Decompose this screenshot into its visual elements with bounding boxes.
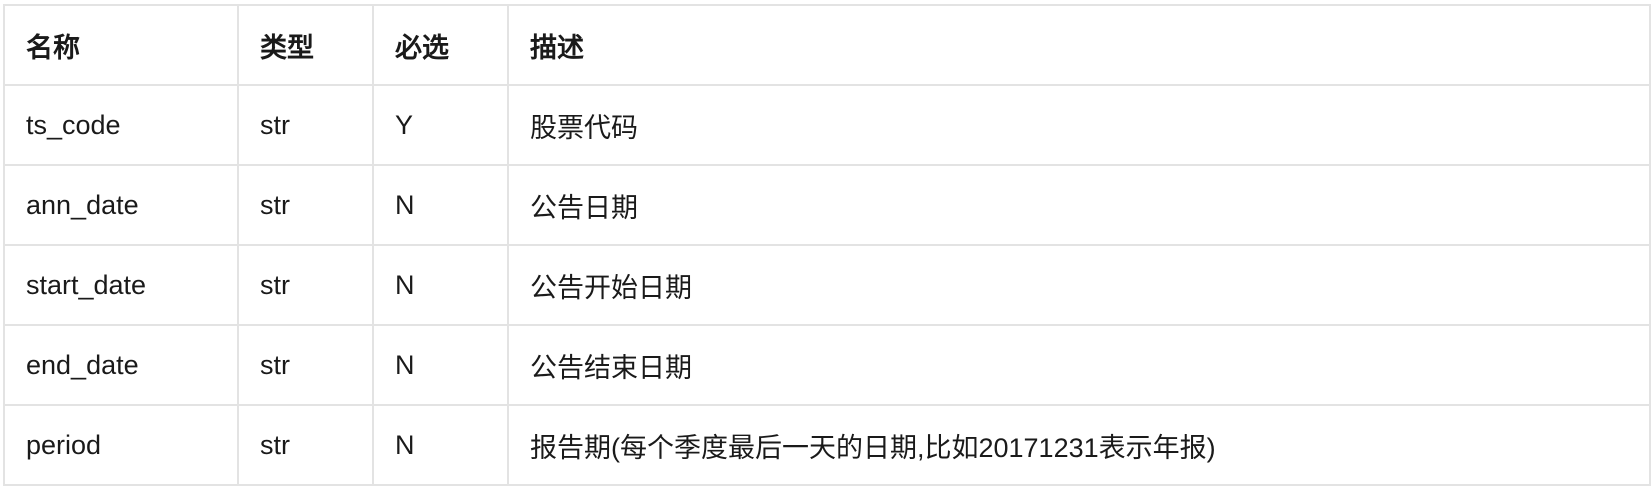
parameter-table: 名称 类型 必选 描述 ts_code str Y 股票代码 ann_date … <box>3 4 1651 486</box>
cell-type: str <box>237 324 374 406</box>
header-name: 名称 <box>3 4 239 86</box>
cell-required: N <box>372 244 509 326</box>
header-description: 描述 <box>507 4 1651 86</box>
cell-type: str <box>237 84 374 166</box>
cell-description: 股票代码 <box>507 84 1651 166</box>
cell-required: N <box>372 324 509 406</box>
table-row: end_date str N 公告结束日期 <box>3 324 1651 406</box>
cell-name: ts_code <box>3 84 239 166</box>
cell-name: start_date <box>3 244 239 326</box>
table-header-row: 名称 类型 必选 描述 <box>3 4 1651 86</box>
table-row: ts_code str Y 股票代码 <box>3 84 1651 166</box>
cell-name: period <box>3 404 239 486</box>
cell-name: ann_date <box>3 164 239 246</box>
header-required: 必选 <box>372 4 509 86</box>
parameter-table-container: 名称 类型 必选 描述 ts_code str Y 股票代码 ann_date … <box>3 4 1651 486</box>
cell-type: str <box>237 164 374 246</box>
cell-type: str <box>237 244 374 326</box>
cell-required: N <box>372 404 509 486</box>
cell-required: Y <box>372 84 509 166</box>
cell-name: end_date <box>3 324 239 406</box>
cell-required: N <box>372 164 509 246</box>
table-row: period str N 报告期(每个季度最后一天的日期,比如20171231表… <box>3 404 1651 486</box>
table-row: start_date str N 公告开始日期 <box>3 244 1651 326</box>
header-type: 类型 <box>237 4 374 86</box>
cell-description: 公告结束日期 <box>507 324 1651 406</box>
cell-description: 报告期(每个季度最后一天的日期,比如20171231表示年报) <box>507 404 1651 486</box>
cell-description: 公告日期 <box>507 164 1651 246</box>
table-row: ann_date str N 公告日期 <box>3 164 1651 246</box>
cell-type: str <box>237 404 374 486</box>
cell-description: 公告开始日期 <box>507 244 1651 326</box>
